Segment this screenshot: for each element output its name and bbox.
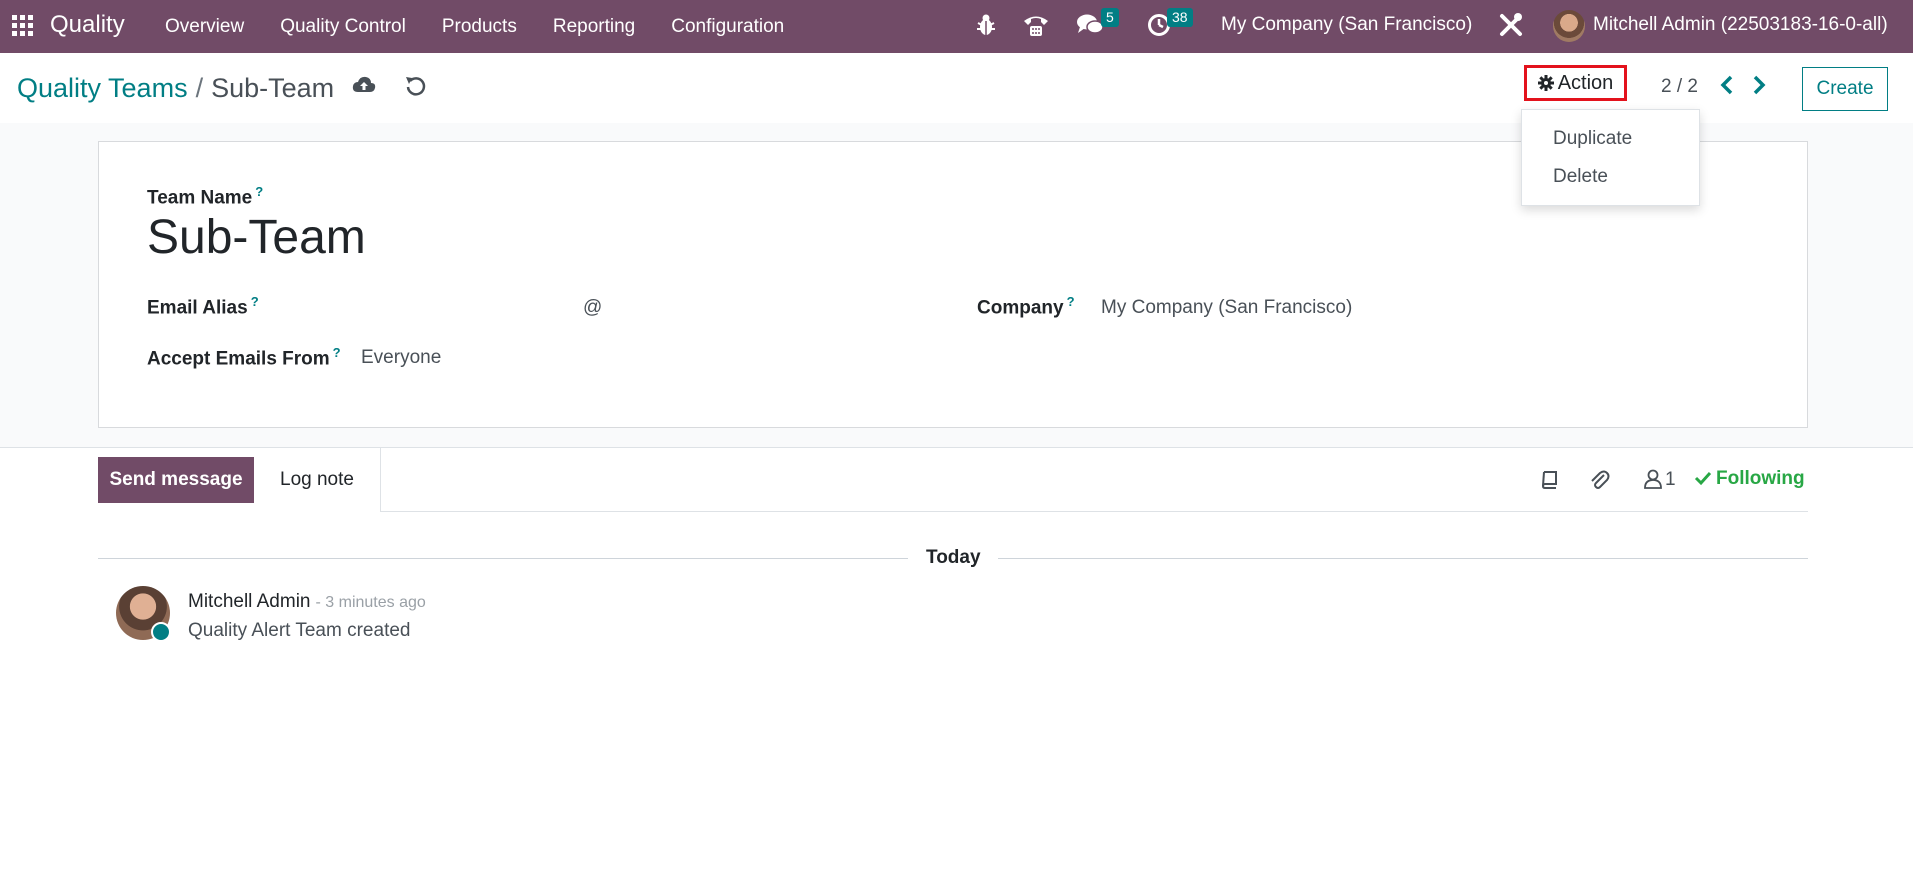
followers-count[interactable]: 1: [1665, 469, 1676, 491]
activities-badge: 38: [1167, 8, 1193, 27]
help-tooltip-icon[interactable]: ?: [255, 184, 263, 199]
book-icon[interactable]: [1540, 469, 1560, 489]
company-switcher[interactable]: My Company (San Francisco): [1221, 14, 1472, 36]
tools-icon[interactable]: [1498, 12, 1524, 38]
menu-item-duplicate[interactable]: Duplicate: [1553, 128, 1632, 150]
date-separator-line: [98, 558, 908, 559]
accept-emails-field[interactable]: Everyone: [361, 347, 441, 369]
main-menu: Overview Quality Control Products Report…: [165, 0, 820, 53]
date-separator-line: [998, 558, 1808, 559]
paperclip-icon[interactable]: [1588, 469, 1610, 491]
cloud-upload-icon[interactable]: [352, 75, 376, 95]
help-tooltip-icon[interactable]: ?: [333, 345, 341, 360]
chat-icon[interactable]: [1076, 13, 1104, 37]
send-message-button[interactable]: Send message: [98, 457, 254, 503]
breadcrumb-quality-teams[interactable]: Quality Teams: [17, 73, 188, 103]
action-button-label: Action: [1557, 71, 1614, 94]
top-navbar: Quality Overview Quality Control Product…: [0, 0, 1913, 53]
bug-icon[interactable]: [976, 13, 996, 37]
menu-overview[interactable]: Overview: [165, 16, 244, 38]
log-note-button[interactable]: Log note: [254, 448, 381, 512]
check-icon: [1694, 471, 1712, 486]
team-name-label: Team Name?: [147, 184, 264, 209]
menu-configuration[interactable]: Configuration: [671, 16, 784, 38]
action-dropdown-menu: Duplicate Delete: [1521, 109, 1700, 206]
breadcrumb-separator: /: [195, 73, 204, 103]
create-button[interactable]: Create: [1802, 67, 1888, 111]
chatter-divider: [381, 511, 1808, 512]
phone-icon[interactable]: [1022, 12, 1050, 38]
team-name-field[interactable]: Sub-Team: [147, 210, 366, 265]
menu-products[interactable]: Products: [442, 16, 517, 38]
help-tooltip-icon[interactable]: ?: [1067, 294, 1075, 309]
email-alias-field[interactable]: @: [583, 297, 602, 319]
menu-item-delete[interactable]: Delete: [1553, 166, 1608, 188]
chevron-right-icon[interactable]: [1751, 75, 1767, 95]
message-author-name[interactable]: Mitchell Admin: [188, 591, 311, 612]
online-status-indicator: [151, 622, 171, 642]
message-body: Quality Alert Team created: [188, 620, 411, 641]
breadcrumb: Quality Teams / Sub-Team: [17, 73, 334, 104]
user-avatar[interactable]: [1553, 10, 1585, 42]
gear-icon: [1537, 75, 1554, 91]
accept-emails-label: Accept Emails From?: [147, 345, 341, 370]
company-label: Company?: [977, 294, 1075, 319]
user-menu[interactable]: Mitchell Admin (22503183-16-0-all): [1593, 14, 1888, 36]
following-button[interactable]: Following: [1694, 468, 1805, 490]
date-separator: Today: [926, 547, 981, 568]
action-button[interactable]: Action: [1524, 65, 1627, 101]
message-author: Mitchell Admin - 3 minutes ago: [188, 591, 426, 613]
message-timestamp: - 3 minutes ago: [315, 594, 426, 611]
apps-grid-icon[interactable]: [12, 15, 34, 37]
breadcrumb-current: Sub-Team: [211, 73, 335, 103]
help-tooltip-icon[interactable]: ?: [251, 294, 259, 309]
following-label: Following: [1716, 468, 1805, 489]
menu-quality-control[interactable]: Quality Control: [280, 16, 406, 38]
discard-undo-icon[interactable]: [405, 75, 427, 97]
app-brand[interactable]: Quality: [50, 11, 125, 39]
chevron-left-icon[interactable]: [1719, 75, 1735, 95]
messages-badge: 5: [1101, 8, 1119, 27]
pager-value[interactable]: 2 / 2: [1661, 76, 1698, 98]
menu-reporting[interactable]: Reporting: [553, 16, 635, 38]
company-field[interactable]: My Company (San Francisco): [1101, 297, 1352, 319]
email-alias-label: Email Alias?: [147, 294, 259, 319]
followers-user-icon[interactable]: [1643, 469, 1663, 489]
